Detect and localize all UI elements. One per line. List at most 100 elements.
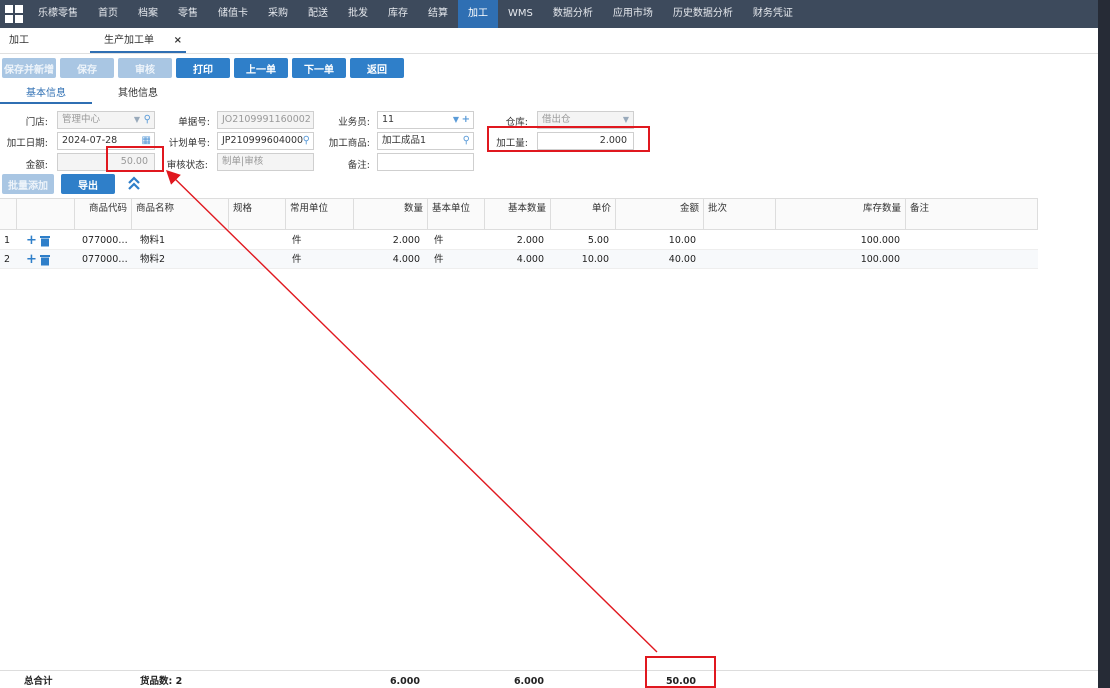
plan-no-label: 计划单号: — [168, 138, 210, 149]
col-price[interactable]: 单价 — [551, 199, 616, 230]
nav-item-stored-card[interactable]: 储值卡 — [208, 0, 258, 28]
product-label: 加工商品: — [328, 138, 370, 149]
col-amount[interactable]: 金额 — [616, 199, 704, 230]
nav-item-retail[interactable]: 零售 — [168, 0, 208, 28]
add-icon[interactable]: + — [462, 112, 470, 128]
col-unit[interactable]: 常用单位 — [286, 199, 354, 230]
qty-total: 6.000 — [389, 676, 420, 687]
tab-other-info[interactable]: 其他信息 — [92, 86, 184, 104]
doc-no-label: 单据号: — [178, 117, 210, 128]
cell-qty[interactable]: 2.000 — [356, 231, 420, 250]
nav-item-home[interactable]: 首页 — [88, 0, 128, 28]
nav-item-distribution[interactable]: 配送 — [298, 0, 338, 28]
nav-item-inventory[interactable]: 库存 — [378, 0, 418, 28]
chevron-down-icon: ▼ — [133, 115, 140, 124]
cell-price: 5.00 — [587, 235, 609, 246]
col-name[interactable]: 商品名称 — [132, 199, 229, 230]
audit-status-field: 制单|审核 — [217, 153, 314, 171]
print-button[interactable]: 打印 — [176, 58, 230, 78]
toolbar: 保存并新增 保存 审核 打印 上一单 下一单 返回 — [2, 58, 404, 78]
item-count: 货品数: 2 — [140, 676, 183, 687]
search-icon[interactable]: ⚲ — [303, 133, 310, 149]
nav-item-data-analysis[interactable]: 数据分析 — [543, 0, 603, 28]
tab-production-order-label: 生产加工单 — [104, 35, 154, 46]
cell-base-qty: 4.000 — [516, 254, 544, 265]
nav-item-processing[interactable]: 加工 — [458, 0, 498, 28]
clerk-value: 11 — [382, 114, 395, 125]
nav-item-archive[interactable]: 档案 — [128, 0, 168, 28]
nav-item-purchase[interactable]: 采购 — [258, 0, 298, 28]
product-field[interactable]: 加工成品1 ⚲ — [377, 132, 474, 150]
col-batch[interactable]: 批次 — [704, 199, 776, 230]
close-icon[interactable]: × — [174, 28, 182, 54]
cell-base-unit: 件 — [434, 254, 444, 265]
nav-item-history-analysis[interactable]: 历史数据分析 — [663, 0, 743, 28]
save-button[interactable]: 保存 — [60, 58, 114, 78]
next-order-button[interactable]: 下一单 — [292, 58, 346, 78]
col-stock[interactable]: 库存数量 — [776, 199, 906, 230]
cell-code: 077000… — [82, 235, 128, 246]
date-value: 2024-07-28 — [62, 135, 118, 146]
nav-item-wholesale[interactable]: 批发 — [338, 0, 378, 28]
col-code[interactable]: 商品代码 — [75, 199, 132, 230]
cell-code: 077000… — [82, 254, 128, 265]
back-button[interactable]: 返回 — [350, 58, 404, 78]
prev-order-button[interactable]: 上一单 — [234, 58, 288, 78]
batch-add-button[interactable]: 批量添加 — [2, 174, 54, 194]
top-nav: 乐檬零售 首页 档案 零售 储值卡 采购 配送 批发 库存 结算 加工 WMS … — [0, 0, 1098, 28]
remark-label: 备注: — [347, 160, 370, 171]
nav-item-app-market[interactable]: 应用市场 — [603, 0, 663, 28]
trash-icon[interactable] — [40, 250, 54, 273]
amount-label: 金额: — [25, 160, 48, 171]
plan-no-field[interactable]: JP210999604000 ⚲ — [217, 132, 314, 150]
clerk-label: 业务员: — [338, 117, 370, 128]
cell-base-qty: 2.000 — [516, 235, 544, 246]
tab-basic-info[interactable]: 基本信息 — [0, 86, 92, 104]
base-qty-total: 6.000 — [513, 676, 544, 687]
save-and-new-button[interactable]: 保存并新增 — [2, 58, 56, 78]
nav-item-settlement[interactable]: 结算 — [418, 0, 458, 28]
nav-item-finance-voucher[interactable]: 财务凭证 — [743, 0, 803, 28]
clerk-field[interactable]: 11 ▼ + — [377, 111, 474, 129]
search-icon[interactable]: ⚲ — [144, 112, 151, 128]
annotation-box-qty — [487, 126, 650, 152]
col-index — [0, 199, 17, 230]
add-row-icon[interactable]: + — [26, 250, 40, 270]
nav-item-lemeng[interactable]: 乐檬零售 — [28, 0, 88, 28]
col-actions — [17, 199, 75, 230]
window-edge — [1098, 0, 1110, 688]
collapse-icon[interactable] — [126, 175, 142, 193]
page: 乐檬零售 首页 档案 零售 储值卡 采购 配送 批发 库存 结算 加工 WMS … — [0, 0, 1110, 688]
export-button[interactable]: 导出 — [61, 174, 115, 194]
col-remark[interactable]: 备注 — [906, 199, 1038, 230]
search-icon[interactable]: ⚲ — [463, 133, 470, 149]
col-spec[interactable]: 规格 — [229, 199, 286, 230]
chevron-down-icon[interactable]: ▼ — [453, 112, 459, 128]
cell-unit: 件 — [292, 235, 302, 246]
cell-qty[interactable]: 4.000 — [356, 250, 420, 269]
detail-tabs: 基本信息 其他信息 — [0, 86, 1098, 104]
tab-processing[interactable]: 加工 — [0, 28, 90, 53]
col-qty[interactable]: 数量 — [354, 199, 428, 230]
row-index: 2 — [4, 254, 11, 265]
table-row[interactable]: 1 + 077000… 物料1 件 2.000 件 2.000 5.00 10.… — [0, 231, 1038, 250]
cell-stock: 100.000 — [860, 254, 900, 265]
row-index: 1 — [4, 235, 11, 246]
doc-no-field[interactable]: JO2109991160002 — [217, 111, 314, 129]
audit-button[interactable]: 审核 — [118, 58, 172, 78]
cell-base-unit: 件 — [434, 235, 444, 246]
audit-status-label: 审核状态: — [166, 160, 208, 171]
store-field[interactable]: 管理中心 ▼ ⚲ — [57, 111, 155, 129]
add-row-icon[interactable]: + — [26, 231, 40, 251]
remark-field[interactable] — [377, 153, 474, 171]
col-base-unit[interactable]: 基本单位 — [428, 199, 485, 230]
date-label: 加工日期: — [6, 138, 48, 149]
cell-amount: 10.00 — [668, 235, 696, 246]
nav-item-wms[interactable]: WMS — [498, 0, 543, 28]
app-grid-icon[interactable] — [0, 0, 28, 28]
col-base-qty[interactable]: 基本数量 — [485, 199, 551, 230]
table-row[interactable]: 2 + 077000… 物料2 件 4.000 件 4.000 10.00 40… — [0, 250, 1038, 269]
warehouse-value: 借出仓 — [542, 114, 571, 125]
tab-production-order[interactable]: 生产加工单 × — [90, 28, 186, 53]
total-label: 总合计 — [24, 676, 53, 687]
